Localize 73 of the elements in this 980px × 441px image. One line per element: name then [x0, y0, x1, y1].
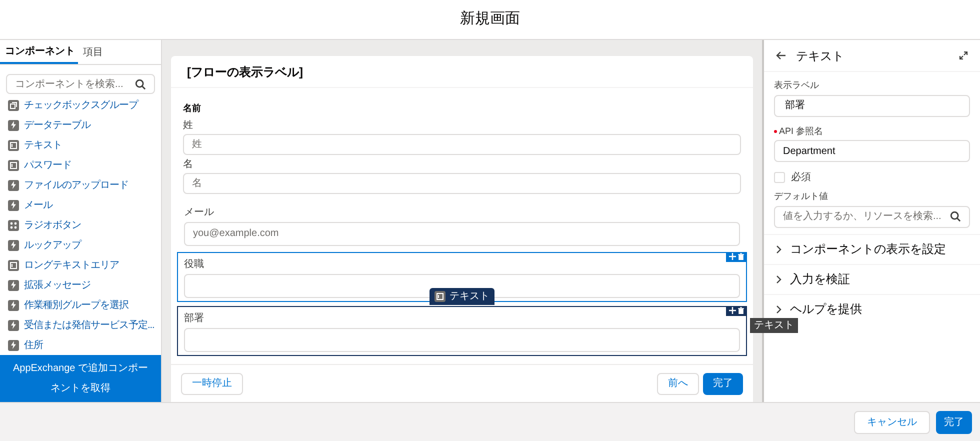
section-header[interactable]: 入力を検証	[764, 264, 980, 294]
text-field[interactable]: 姓	[183, 134, 741, 154]
field-label: 表示ラベル	[774, 79, 820, 92]
checkbox-label: 必須	[791, 170, 811, 185]
component-item[interactable]: ルックアップ	[0, 235, 161, 256]
component-item[interactable]: ラジオボタン	[0, 215, 161, 236]
lightning-icon	[8, 180, 19, 191]
back-arrow-icon[interactable]	[776, 51, 786, 60]
text-field[interactable]: Department	[774, 140, 970, 162]
lightning-icon	[8, 120, 19, 131]
search-icon	[135, 78, 146, 90]
move-icon[interactable]	[729, 307, 736, 314]
field-label: 役職	[184, 258, 205, 272]
component-item[interactable]: 拡張メッセージ	[0, 275, 161, 296]
screen-field[interactable]: メール you@example.com	[177, 200, 747, 250]
chevron-icon	[776, 244, 782, 254]
field-label: 姓	[183, 118, 194, 132]
checkbox[interactable]	[774, 172, 785, 183]
lightning-icon	[8, 240, 19, 251]
appexchange-button[interactable]: AppExchange で追加コンポーネントを取得	[0, 355, 161, 402]
field-label: デフォルト値	[774, 190, 829, 203]
section-header[interactable]: コンポーネントの表示を設定	[764, 234, 980, 264]
component-item[interactable]: ロングテキストエリア	[0, 255, 161, 276]
component-item[interactable]: パスワード	[0, 155, 161, 176]
field-label: メール	[184, 206, 215, 220]
component-item[interactable]: チェックボックスグループ	[0, 95, 161, 116]
page-title: 新規画面	[460, 9, 520, 30]
badge-label: テキスト	[450, 290, 490, 304]
component-item[interactable]: 住所	[0, 335, 161, 356]
done-button[interactable]: 完了	[936, 410, 972, 434]
lightning-icon	[8, 280, 19, 291]
pause-button[interactable]: 一時停止	[181, 372, 243, 394]
field-label: 部署	[184, 312, 205, 326]
tab[interactable]: 項目	[78, 40, 108, 64]
component-item[interactable]: データテーブル	[0, 115, 161, 136]
lightning-icon	[8, 340, 19, 351]
lightning-icon	[8, 300, 19, 311]
panel-title: テキスト	[796, 48, 845, 64]
cancel-button[interactable]: キャンセル	[854, 410, 930, 434]
input-icon	[8, 160, 19, 171]
lightning-icon	[8, 200, 19, 211]
checkbox-icon	[8, 100, 19, 111]
input-icon	[8, 260, 19, 271]
text-field[interactable]: 部署	[774, 94, 970, 116]
input-icon	[434, 290, 446, 302]
text-field[interactable]: 名	[183, 172, 741, 194]
field-actions[interactable]	[726, 306, 747, 316]
chevron-icon	[776, 304, 782, 314]
chevron-icon	[776, 274, 782, 284]
field-label: API 参照名	[779, 124, 824, 138]
screen-title: [フローの表示ラベル]	[187, 64, 303, 80]
trash-icon[interactable]	[738, 307, 744, 314]
screen-field[interactable]: 部署	[177, 306, 747, 356]
previous-button[interactable]: 前へ	[657, 372, 699, 394]
search-field[interactable]: コンポーネントを検索...	[6, 74, 155, 94]
text-field[interactable]	[184, 328, 740, 352]
component-item[interactable]: メール	[0, 195, 161, 216]
component-item[interactable]: 受信または発信サービス予定...	[0, 315, 161, 336]
expand-icon[interactable]	[959, 51, 968, 60]
text-field[interactable]: you@example.com	[184, 222, 740, 246]
component-item[interactable]: 作業種別グループを選択	[0, 295, 161, 316]
tab[interactable]: コンポーネント	[0, 40, 78, 64]
group-label: 名前	[183, 102, 202, 115]
lightning-icon	[8, 320, 19, 331]
search-field[interactable]: 値を入力するか、リソースを検索...	[774, 206, 970, 228]
radio-icon	[8, 220, 19, 231]
component-item[interactable]: テキスト	[0, 135, 161, 156]
search-icon	[950, 211, 961, 222]
tooltip: テキスト	[750, 318, 798, 332]
component-item[interactable]: ファイルのアップロード	[0, 175, 161, 196]
field-label: 名	[183, 158, 194, 172]
finish-button[interactable]: 完了	[703, 372, 743, 394]
input-icon	[8, 140, 19, 151]
